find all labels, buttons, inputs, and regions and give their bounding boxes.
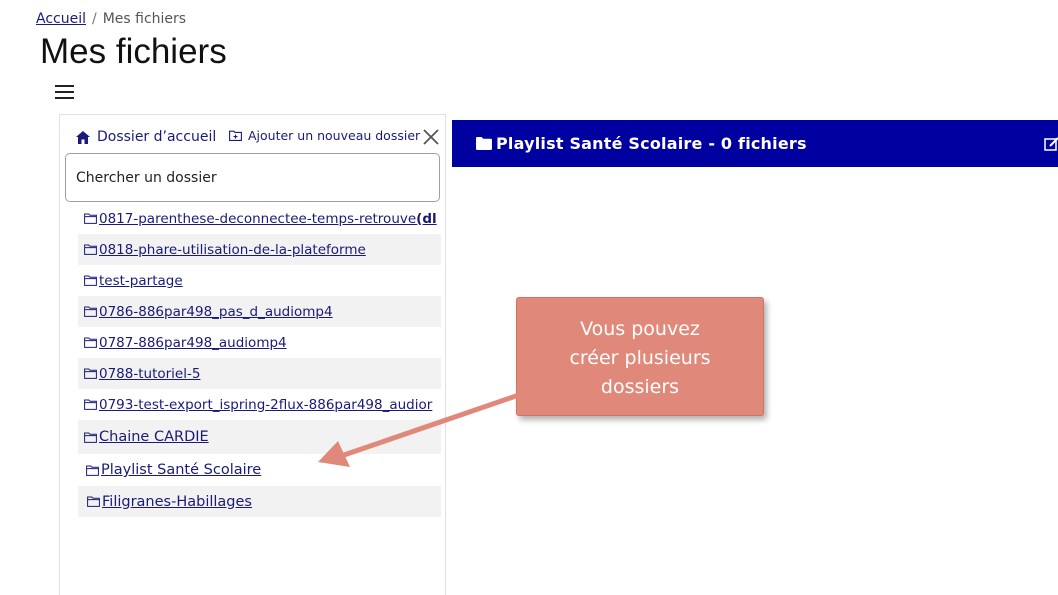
breadcrumb-current: Mes fichiers [102, 11, 187, 27]
folder-panel-header: Dossier d’accueil Ajouter un nouveau dos… [60, 125, 447, 149]
folder-item[interactable]: 0787-886par498_audiomp4 [78, 327, 441, 358]
folder-icon [84, 275, 97, 286]
folder-item-selected[interactable]: Playlist Santé Scolaire [78, 454, 441, 486]
folder-link[interactable]: test-partage [99, 273, 183, 289]
folder-link[interactable]: Playlist Santé Scolaire [101, 462, 261, 478]
folder-link[interactable]: 0818-phare-utilisation-de-la-plateforme [99, 242, 366, 258]
folder-link[interactable]: Chaine CARDIE [99, 429, 209, 445]
breadcrumb-separator: / [92, 11, 97, 27]
callout-line: dossiers [600, 376, 680, 398]
add-folder-label: Ajouter un nouveau dossier [248, 128, 421, 143]
folder-item[interactable]: 0788-tutoriel-5 [78, 358, 441, 389]
close-icon[interactable] [422, 128, 440, 146]
folder-content-header: Playlist Santé Scolaire - 0 fichiers [452, 120, 1058, 167]
folder-icon [84, 432, 97, 443]
folder-item[interactable]: 0786-886par498_pas_d_audiomp4 [78, 296, 441, 327]
home-folder-link[interactable]: Dossier d’accueil [76, 129, 216, 145]
home-folder-label: Dossier d’accueil [97, 129, 217, 145]
folder-link[interactable]: 0788-tutoriel-5 [99, 366, 200, 382]
hamburger-icon[interactable] [55, 84, 75, 100]
folder-link[interactable]: 0786-886par498_pas_d_audiomp4 [99, 304, 333, 320]
add-folder-icon [229, 130, 242, 141]
home-icon [76, 130, 90, 144]
folder-list: 0817-parenthese-deconnectee-temps-retrou… [78, 203, 441, 517]
folder-item[interactable]: test-partage [78, 265, 441, 296]
folder-icon [84, 399, 97, 410]
folder-search-input[interactable] [65, 153, 440, 202]
folder-item[interactable]: 0793-test-export_ispring-2flux-886par498… [78, 389, 441, 420]
folder-icon [84, 244, 97, 255]
add-folder-button[interactable]: Ajouter un nouveau dossier [229, 128, 420, 143]
callout-annotation: Vous pouvez créer plusieurs dossiers [516, 297, 764, 416]
folder-link[interactable]: 0793-test-export_ispring-2flux-886par498… [99, 397, 432, 413]
folder-icon [87, 496, 100, 507]
folder-panel: Dossier d’accueil Ajouter un nouveau dos… [59, 114, 446, 595]
folder-icon [84, 368, 97, 379]
folder-link[interactable]: 0787-886par498_audiomp4 [99, 335, 287, 351]
breadcrumb: Accueil / Mes fichiers [36, 11, 186, 27]
folder-item[interactable]: 0818-phare-utilisation-de-la-plateforme [78, 234, 441, 265]
breadcrumb-home-link[interactable]: Accueil [36, 11, 86, 27]
folder-link[interactable]: Filigranes-Habillages [102, 494, 252, 510]
folder-item[interactable]: Chaine CARDIE [78, 420, 441, 454]
callout-line: Vous pouvez [580, 318, 700, 340]
folder-item[interactable]: 0817-parenthese-deconnectee-temps-retrou… [78, 203, 441, 234]
folder-filled-icon [476, 137, 492, 150]
folder-icon [86, 465, 99, 476]
edit-icon[interactable] [1044, 136, 1058, 152]
folder-link[interactable]: 0817-parenthese-deconnectee-temps-retrou… [99, 211, 437, 227]
folder-icon [84, 337, 97, 348]
callout-line: créer plusieurs [569, 347, 711, 369]
page-title: Mes fichiers [40, 32, 227, 71]
folder-icon [84, 213, 97, 224]
folder-icon [84, 306, 97, 317]
folder-content-title: Playlist Santé Scolaire - 0 fichiers [496, 134, 807, 153]
folder-item[interactable]: Filigranes-Habillages [78, 486, 441, 517]
